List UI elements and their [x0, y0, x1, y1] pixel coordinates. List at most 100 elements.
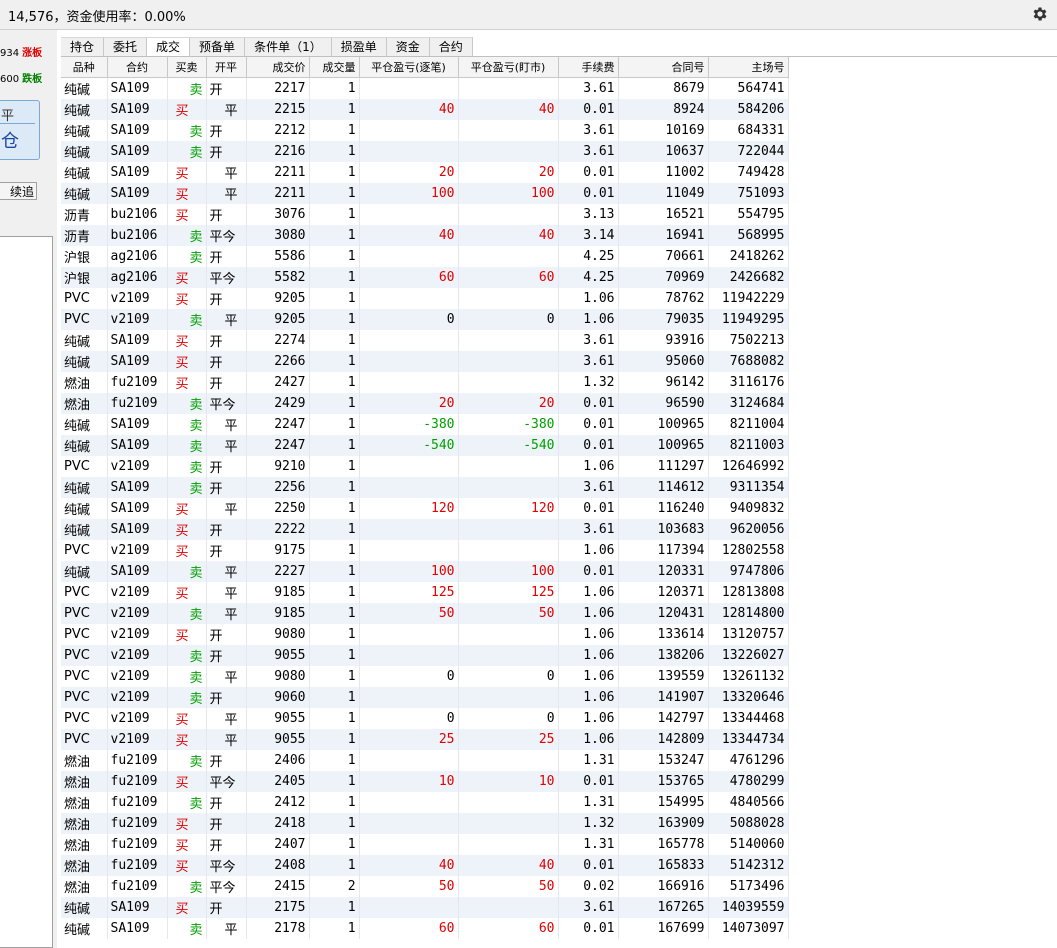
table-cell: SA109 — [107, 477, 168, 498]
table-row[interactable]: PVC v2109 卖开 9060 1 1.06 141907 13320646 — [61, 687, 789, 708]
column-header[interactable]: 主场号 — [708, 57, 789, 78]
table-row[interactable]: PVC v2109 买平 9055 1 0 0 1.06 142797 13344468 — [61, 708, 789, 729]
table-row[interactable]: PVC v2109 卖开 9210 1 1.06 111297 12646992 — [61, 456, 789, 477]
tab-0[interactable]: 持仓 — [61, 37, 105, 57]
table-row[interactable]: 纯碱 SA109 卖开 2217 1 3.61 8679 564741 — [61, 77, 789, 99]
tab-4[interactable]: 条件单（1） — [245, 37, 332, 57]
tab-2[interactable]: 成交 — [147, 37, 191, 58]
column-header[interactable]: 开平 — [206, 57, 247, 78]
table-cell: SA109 — [107, 414, 168, 435]
table-row[interactable]: 沥青 bu2106 卖平今 3080 1 40 40 3.14 16941 568995 — [61, 225, 789, 246]
table-cell: 20 — [359, 162, 459, 183]
tab-1[interactable]: 委托 — [104, 37, 148, 57]
table-row[interactable]: 纯碱 SA109 买开 2274 1 3.61 93916 7502213 — [61, 330, 789, 351]
table-row[interactable]: 纯碱 SA109 买平 2211 1 100 100 0.01 11049 751093 — [61, 183, 789, 204]
table-cell: PVC — [61, 309, 108, 330]
table-cell: 133614 — [618, 624, 709, 645]
gear-icon[interactable] — [1031, 5, 1049, 23]
table-row[interactable]: 纯碱 SA109 卖平 2178 1 60 60 0.01 167699 14073097 — [61, 918, 789, 939]
table-cell: 平 — [206, 582, 247, 603]
table-cell: 开 — [206, 519, 247, 540]
table-row[interactable]: 沪银 ag2106 买平今 5582 1 60 60 4.25 70969 2426682 — [61, 267, 789, 288]
table-row[interactable]: PVC v2109 买开 9080 1 1.06 133614 13120757 — [61, 624, 789, 645]
column-header[interactable]: 买卖 — [167, 57, 207, 78]
table-cell: 4.25 — [558, 246, 619, 267]
table-row[interactable]: 燃油 fu2109 买开 2427 1 1.32 96142 3116176 — [61, 372, 789, 393]
table-row[interactable]: PVC v2109 买平 9185 1 125 125 1.06 120371 12813808 — [61, 582, 789, 603]
table-row[interactable]: 纯碱 SA109 卖平 2247 1 -540 -540 0.01 100965 8211003 — [61, 435, 789, 456]
table-row[interactable]: 纯碱 SA109 买平 2215 1 40 40 0.01 8924 584206 — [61, 99, 789, 120]
tab-3[interactable]: 预备单 — [190, 37, 246, 57]
table-cell: 2427 — [246, 372, 310, 393]
tab-7[interactable]: 合约 — [429, 37, 473, 57]
column-header[interactable]: 合同号 — [618, 57, 709, 78]
chase-button[interactable]: 续追 — [0, 182, 37, 200]
table-cell: 163909 — [618, 813, 709, 834]
column-header[interactable]: 手续费 — [558, 57, 619, 78]
table-cell: 开 — [206, 288, 247, 309]
table-row[interactable]: 沥青 bu2106 买开 3076 1 3.13 16521 554795 — [61, 204, 789, 225]
table-row[interactable]: 纯碱 SA109 买开 2222 1 3.61 103683 9620056 — [61, 519, 789, 540]
table-row[interactable]: PVC v2109 卖开 9055 1 1.06 138206 13226027 — [61, 645, 789, 666]
table-row[interactable]: 纯碱 SA109 卖开 2212 1 3.61 10169 684331 — [61, 120, 789, 141]
table-row[interactable]: 纯碱 SA109 卖平 2227 1 100 100 0.01 120331 9747806 — [61, 561, 789, 582]
tab-5[interactable]: 损盈单 — [331, 37, 387, 57]
table-cell: 纯碱 — [61, 918, 108, 939]
tab-6[interactable]: 资金 — [386, 37, 430, 57]
table-cell: v2109 — [107, 540, 168, 561]
table-cell: 5088028 — [708, 813, 789, 834]
table-row[interactable]: 燃油 fu2109 买平今 2408 1 40 40 0.01 165833 5142312 — [61, 855, 789, 876]
table-cell: SA109 — [107, 141, 168, 162]
trade-table-container[interactable]: 品种 合约 买卖 开平 成交价 成交量 平仓盈亏(逐笔) 平仓盈亏(盯市) 手续费 合同号 主场号 … — [61, 57, 1057, 948]
table-row[interactable]: 沪银 ag2106 卖开 5586 1 4.25 70661 2418262 — [61, 246, 789, 267]
table-cell: 100 — [359, 183, 459, 204]
table-cell — [359, 750, 459, 771]
table-cell: 买 — [167, 519, 207, 540]
table-row[interactable]: 纯碱 SA109 买平 2211 1 20 20 0.01 11002 749428 — [61, 162, 789, 183]
table-row[interactable]: PVC v2109 卖平 9205 1 0 0 1.06 79035 11949295 — [61, 309, 789, 330]
table-row[interactable]: 燃油 fu2109 买平今 2405 1 10 10 0.01 153765 4780299 — [61, 771, 789, 792]
close-position-button[interactable]: 平 仓 — [0, 100, 40, 160]
table-cell: 1 — [309, 77, 360, 99]
table-row[interactable]: PVC v2109 卖平 9080 1 0 0 1.06 139559 13261132 — [61, 666, 789, 687]
table-cell: 93916 — [618, 330, 709, 351]
table-cell: 40 — [359, 225, 459, 246]
table-cell: 1 — [309, 435, 360, 456]
table-row[interactable]: 燃油 fu2109 买开 2418 1 1.32 163909 5088028 — [61, 813, 789, 834]
table-cell: 1.06 — [558, 666, 619, 687]
table-row[interactable]: 纯碱 SA109 卖开 2216 1 3.61 10637 722044 — [61, 141, 789, 162]
table-row[interactable]: 纯碱 SA109 卖平 2247 1 -380 -380 0.01 100965 8211004 — [61, 414, 789, 435]
column-header[interactable]: 成交量 — [309, 57, 360, 78]
table-row[interactable]: 纯碱 SA109 买开 2175 1 3.61 167265 14039559 — [61, 897, 789, 918]
table-cell: 116240 — [618, 498, 709, 519]
table-cell: 1 — [309, 414, 360, 435]
table-cell: 卖 — [167, 141, 207, 162]
table-row[interactable]: PVC v2109 卖平 9185 1 50 50 1.06 120431 12814800 — [61, 603, 789, 624]
column-header[interactable]: 成交价 — [246, 57, 310, 78]
table-row[interactable]: 纯碱 SA109 买开 2266 1 3.61 95060 7688082 — [61, 351, 789, 372]
table-row[interactable]: 燃油 fu2109 卖平今 2415 2 50 50 0.02 166916 5173496 — [61, 876, 789, 897]
table-cell: 2175 — [246, 897, 310, 918]
table-cell: 0.02 — [558, 876, 619, 897]
column-header[interactable]: 平仓盈亏(盯市) — [458, 57, 559, 78]
column-header[interactable]: 合约 — [107, 57, 168, 78]
table-cell: 120 — [359, 498, 459, 519]
column-header[interactable]: 平仓盈亏(逐笔) — [359, 57, 459, 78]
trade-records-panel: 持仓 委托 成交 预备单 条件单（1） 损盈单 资金 合约 品种 合约 买卖 开平 成交价 成交量 平仓盈… — [61, 37, 1057, 948]
table-cell: PVC — [61, 540, 108, 561]
table-row[interactable]: 燃油 fu2109 买开 2407 1 1.31 165778 5140060 — [61, 834, 789, 855]
table-cell: 纯碱 — [61, 519, 108, 540]
table-cell: 9185 — [246, 603, 310, 624]
table-row[interactable]: 燃油 fu2109 卖开 2406 1 1.31 153247 4761296 — [61, 750, 789, 771]
table-cell: 1 — [309, 288, 360, 309]
table-row[interactable]: 纯碱 SA109 卖开 2256 1 3.61 114612 9311354 — [61, 477, 789, 498]
table-row[interactable]: 燃油 fu2109 卖平今 2429 1 20 20 0.01 96590 3124684 — [61, 393, 789, 414]
table-row[interactable]: PVC v2109 买开 9175 1 1.06 117394 12802558 — [61, 540, 789, 561]
table-cell: 1 — [309, 918, 360, 939]
table-row[interactable]: PVC v2109 买平 9055 1 25 25 1.06 142809 13344734 — [61, 729, 789, 750]
table-cell: 卖 — [167, 645, 207, 666]
table-row[interactable]: 纯碱 SA109 买平 2250 1 120 120 0.01 116240 9409832 — [61, 498, 789, 519]
table-row[interactable]: PVC v2109 买开 9205 1 1.06 78762 11942229 — [61, 288, 789, 309]
table-row[interactable]: 燃油 fu2109 卖开 2412 1 1.31 154995 4840566 — [61, 792, 789, 813]
column-header[interactable]: 品种 — [61, 57, 108, 78]
